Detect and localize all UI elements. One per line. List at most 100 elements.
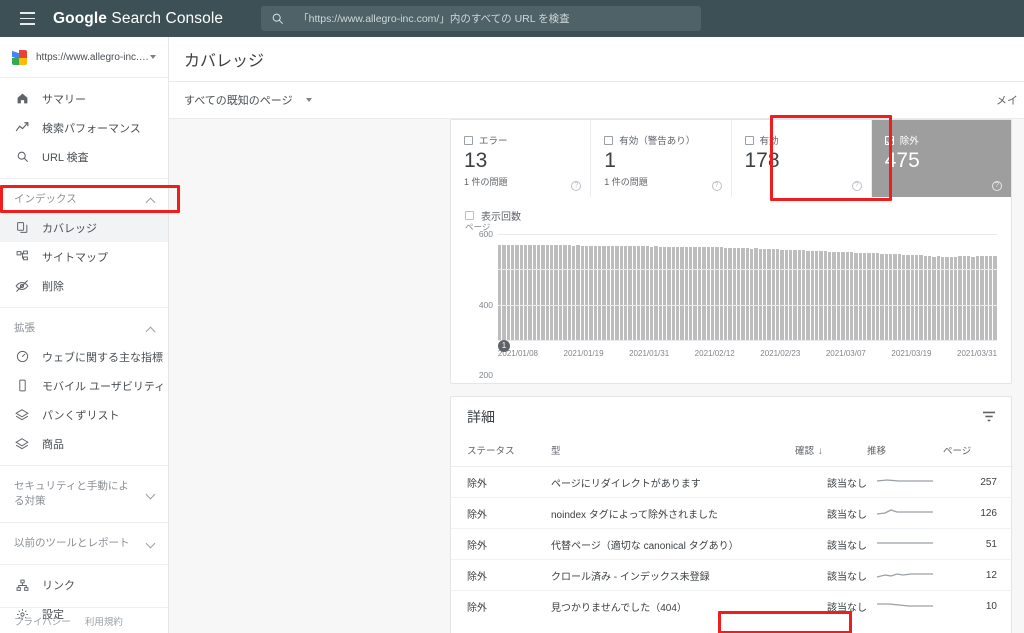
chart-bar[interactable] [671,246,676,340]
checkbox-icon[interactable] [465,210,474,220]
chart-bar[interactable] [511,244,515,340]
nav-group-header-enhancements[interactable]: 拡張 [0,314,168,342]
sidebar-item-mobile-usability[interactable]: モバイル ユーザビリティ [0,371,168,400]
chart-bar[interactable] [528,245,532,340]
chart-bar[interactable] [689,246,693,340]
cell-type-label[interactable]: 見つかりませんでした（404） [551,599,687,614]
chart-bar[interactable] [632,246,636,340]
checkbox-checked-icon[interactable] [884,135,894,145]
chart-bar[interactable] [658,246,663,340]
chart-bar[interactable] [593,245,597,340]
help-icon[interactable]: ? [711,181,722,191]
help-icon[interactable]: ? [851,181,862,191]
chart-bar[interactable] [854,252,858,340]
chart-bar[interactable] [563,245,567,340]
chart-bar[interactable] [693,246,697,340]
chart-bar[interactable] [684,246,689,340]
sidebar-item-search-performance[interactable]: 検索パフォーマンス [0,113,168,142]
chart-bar[interactable] [858,252,862,340]
chart-bar[interactable] [558,245,563,340]
chart-bar[interactable] [736,247,741,340]
chart-bar[interactable] [550,245,554,340]
status-card-valid[interactable]: 有効 178 ? [732,120,872,197]
chart-bar[interactable] [519,244,524,340]
chart-bar[interactable] [502,244,506,340]
chart-bar[interactable] [702,246,706,340]
chart-bar[interactable] [732,247,736,340]
chart-bar[interactable] [650,246,654,340]
chart-bar[interactable] [610,246,615,340]
sidebar-item-removals[interactable]: 削除 [0,271,168,300]
chart-bar[interactable] [654,246,658,340]
chart-bar[interactable] [845,252,849,340]
cell-type-label[interactable]: noindex タグによって除外されました [551,506,718,521]
chart-bar[interactable] [706,247,710,340]
chart-bar[interactable] [901,254,906,340]
chart-bar[interactable] [789,249,793,340]
chart-bar[interactable] [793,250,797,340]
cell-type-label[interactable]: クロール済み - インデックス未登録 [551,568,710,583]
chart-bar[interactable] [810,250,815,340]
sidebar-item-url-inspection[interactable]: URL 検査 [0,142,168,171]
chart-bar[interactable] [597,245,602,340]
sidebar-item-sitemaps[interactable]: サイトマップ [0,242,168,271]
chart-bar[interactable] [710,247,715,340]
chart-bar[interactable] [728,247,732,340]
checkbox-icon[interactable] [604,135,614,145]
privacy-link[interactable]: プライバシー [14,614,71,628]
chart-bar[interactable] [776,249,780,340]
chart-bar[interactable] [615,246,619,340]
chart-bar[interactable] [619,246,623,340]
cell-type-label[interactable]: ページにリダイレクトがあります [551,475,701,490]
chart-bar[interactable] [571,245,576,340]
table-row[interactable]: 除外 代替ページ（適切な canonical タグあり） 該当なし 51 [451,528,1013,560]
property-selector[interactable]: https://www.allegro-inc.com/ [0,37,168,78]
chart-bar[interactable] [545,245,550,340]
chart-bar[interactable] [771,249,775,340]
chart-bar[interactable] [815,250,819,340]
nav-group-header-index[interactable]: インデックス [0,185,168,213]
sidebar-item-links[interactable]: リンク [0,571,168,600]
chart-bar[interactable] [919,255,923,340]
chart-bar[interactable] [719,247,723,340]
table-row[interactable]: 除外 クロール済み - インデックス未登録 該当なし 12 [451,559,1013,591]
chart-bar[interactable] [893,254,897,340]
chart-bar[interactable] [802,250,806,340]
chart-bar[interactable] [506,244,511,340]
chart-bar[interactable] [823,251,828,340]
chart-bar[interactable] [836,251,841,340]
checkbox-icon[interactable] [744,135,754,145]
column-header-trend[interactable]: 推移 [867,437,943,467]
chart-bar[interactable] [762,248,767,340]
chart-bar[interactable] [880,253,884,340]
chart-bar[interactable] [515,244,519,340]
column-header-status[interactable]: ステータス [451,437,551,467]
chart-bar[interactable] [723,247,728,340]
chart-bar[interactable] [875,253,880,340]
chart-bar[interactable] [862,252,867,340]
status-card-valid-with-warnings[interactable]: 有効（警告あり） 1 1 件の問題 ? [591,120,732,197]
chart-bar[interactable] [806,250,810,340]
chart-bar[interactable] [697,247,702,340]
chart-bar[interactable] [867,253,871,340]
main-right-link[interactable]: メイ [996,92,1018,108]
help-icon[interactable]: ? [992,181,1002,191]
help-icon[interactable]: ? [571,181,582,191]
chart-bar[interactable] [576,245,580,340]
chart-bar[interactable] [906,254,910,340]
chart-bar[interactable] [754,248,758,340]
chart-bar[interactable] [606,245,610,340]
chart-bar[interactable] [784,249,789,340]
sidebar-item-products[interactable]: 商品 [0,429,168,458]
chart-bar[interactable] [715,247,719,340]
chart-bar[interactable] [541,245,545,340]
chart-bar[interactable] [645,246,650,340]
status-card-excluded[interactable]: 除外 475 ? [871,120,1011,197]
chart-bar[interactable] [623,246,628,340]
chart-bar[interactable] [567,245,571,340]
chart-bar[interactable] [602,246,606,340]
chart-bar[interactable] [910,254,914,340]
page-filter-dropdown[interactable]: すべての既知のページ [184,92,312,108]
chart-annotation-marker[interactable]: 1 [498,340,510,352]
table-row[interactable]: 除外 noindex タグによって除外されました 該当なし 126 [451,497,1013,529]
